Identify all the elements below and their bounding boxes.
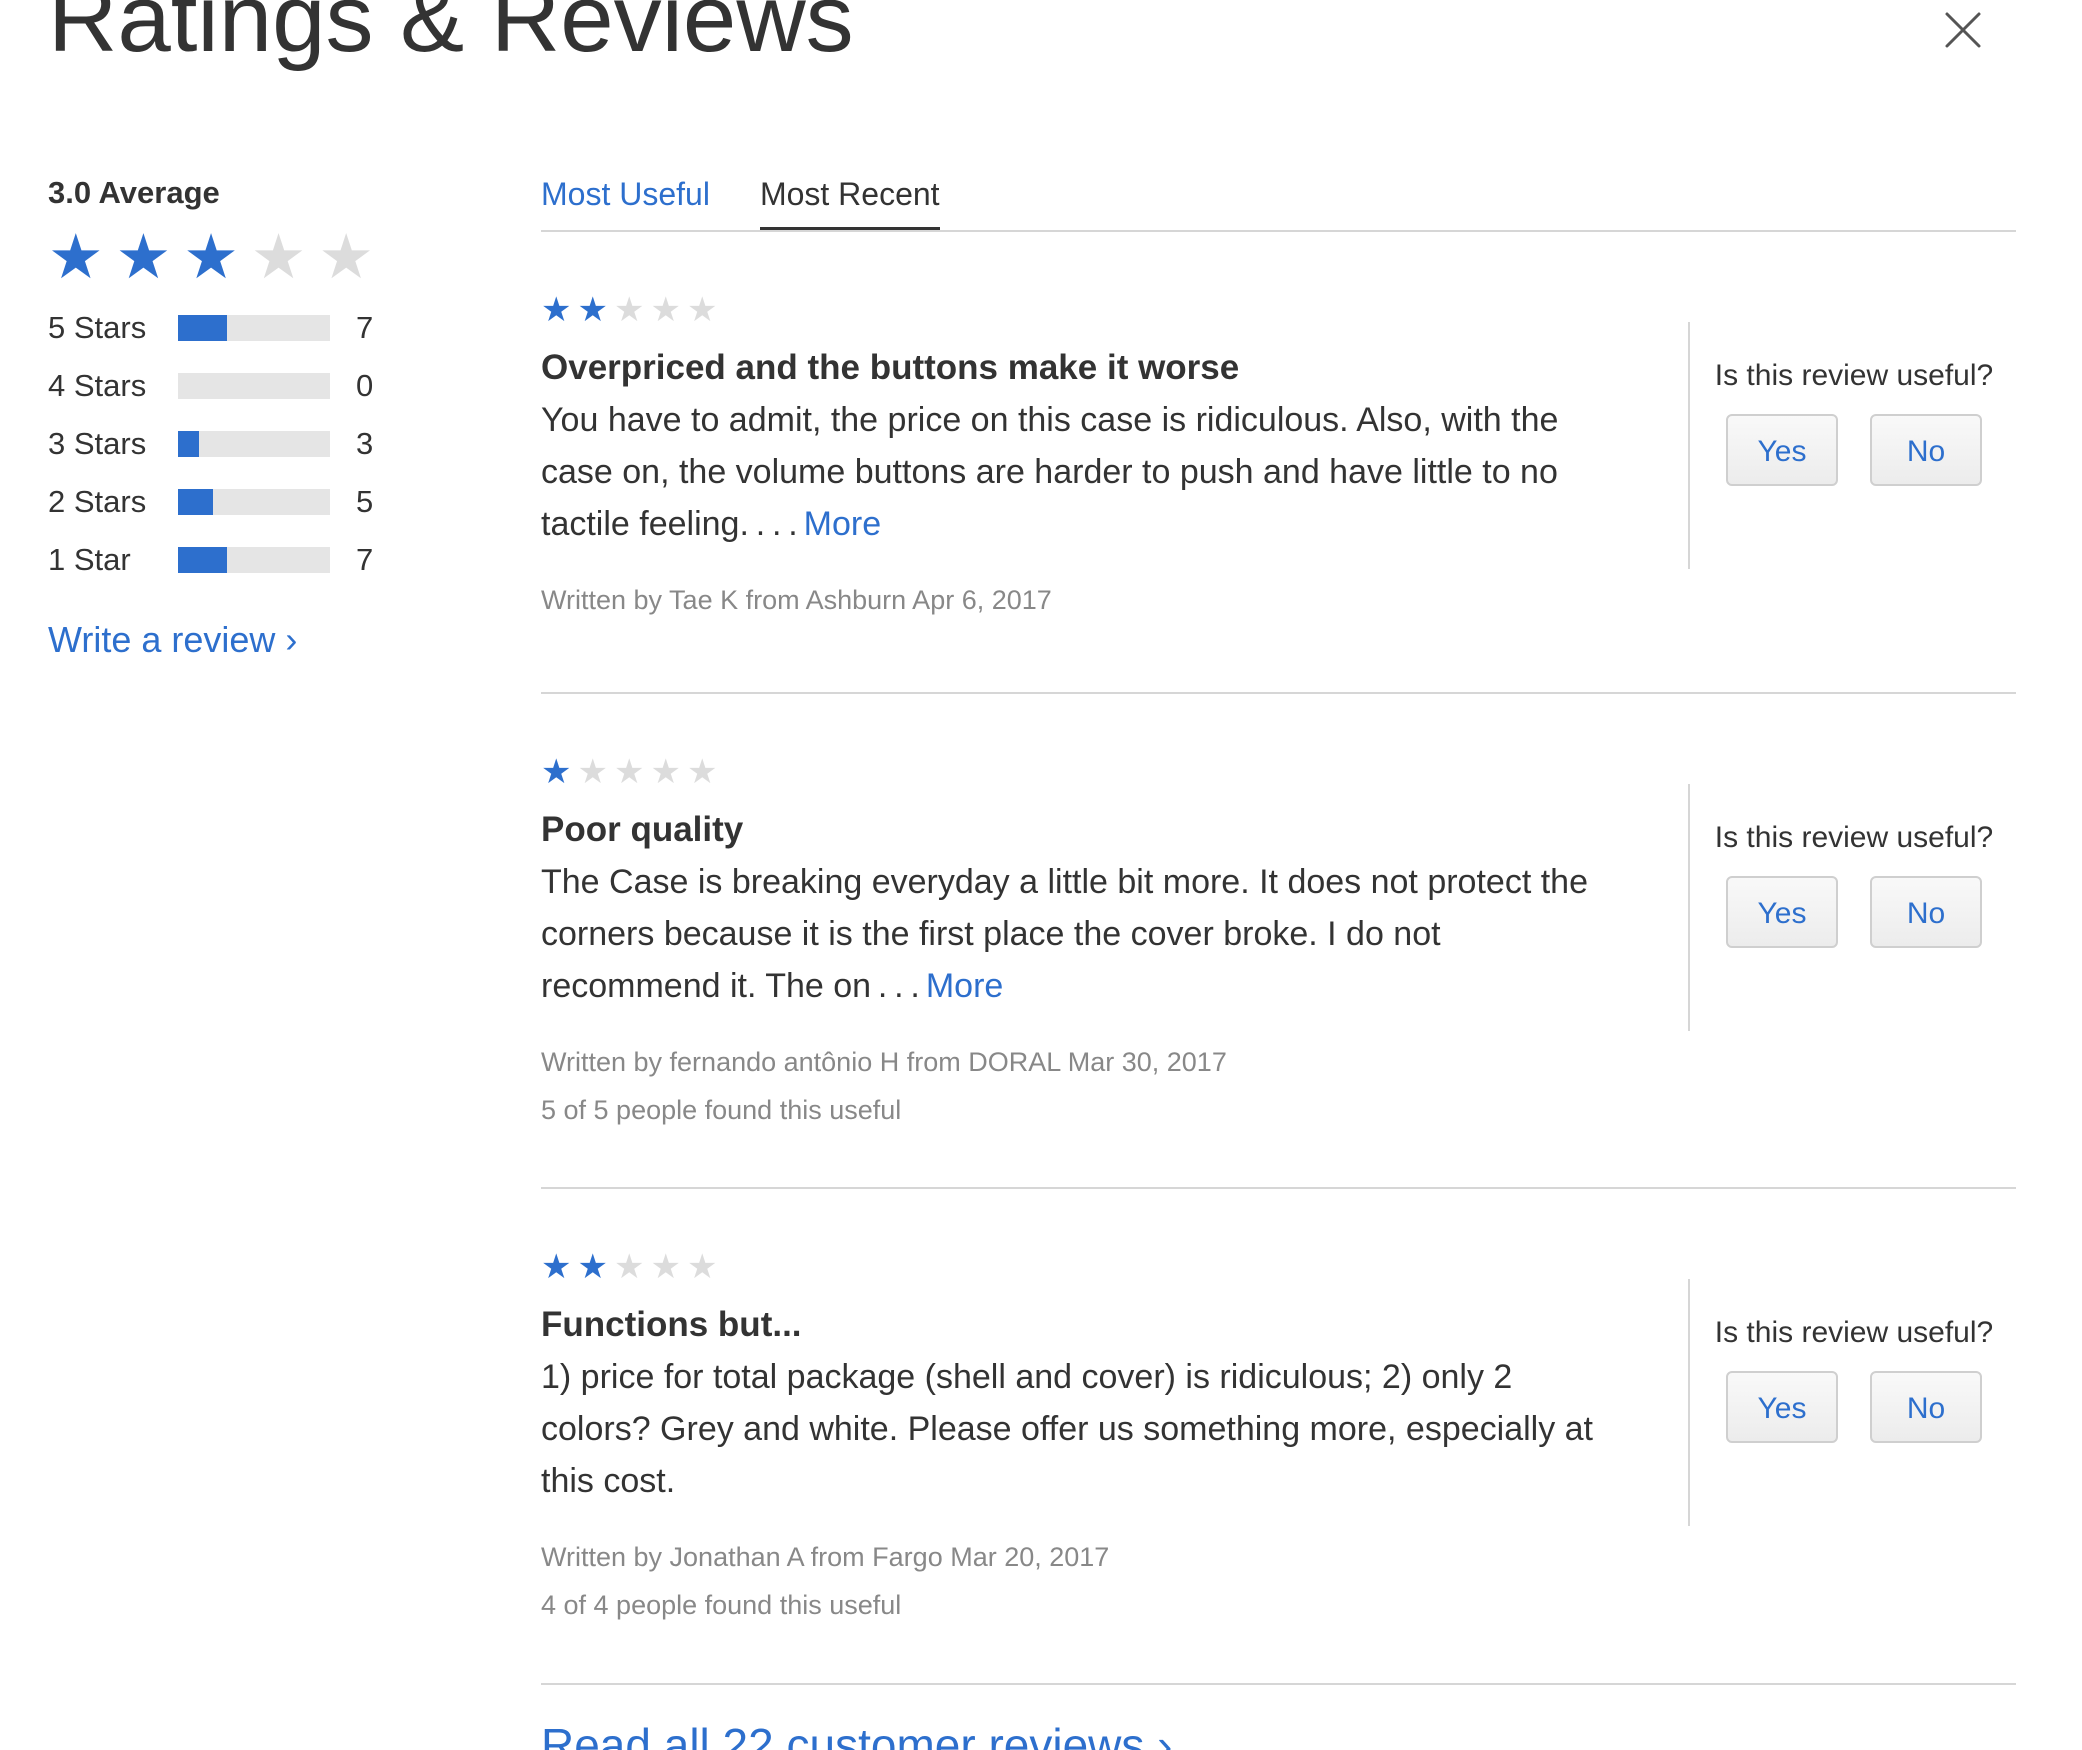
useful-vote-box: Is this review useful? Yes No <box>1688 322 2018 569</box>
histogram-count: 7 <box>356 542 374 577</box>
useful-question: Is this review useful? <box>1714 359 1994 392</box>
star-filled-icon: ★ <box>541 1248 572 1286</box>
star-empty-icon: ★ <box>613 1248 645 1286</box>
review-item: ★ ★ ★ ★ ★ Poor quality The Case is breaking … <box>541 694 2016 1189</box>
star-filled-icon: ★ <box>541 291 572 329</box>
ratings-reviews-page: Ratings & Reviews 3.0 Average ★ ★ ★ ★ ★ 5 St… <box>0 0 2082 1750</box>
star-filled-icon: ★ <box>183 223 239 292</box>
no-button[interactable]: No <box>1870 1371 1982 1443</box>
review-title: Functions but... <box>541 1305 802 1344</box>
average-stars: ★ ★ ★ ★ ★ <box>48 223 448 292</box>
close-icon[interactable] <box>1937 4 1989 56</box>
read-all-reviews-link[interactable]: Read all 22 customer reviews › <box>541 1718 1172 1750</box>
review-title: Overpriced and the buttons make it worse <box>541 348 1240 387</box>
write-review-link[interactable]: Write a review › <box>48 619 297 661</box>
histogram-label: 5 Stars <box>48 310 147 345</box>
rating-histogram: 5 Stars 7 4 Stars 0 3 Stars 3 2 Stars 5 1 Star 7 <box>48 299 448 589</box>
average-label: 3.0 Average <box>48 175 220 210</box>
useful-count: 4 of 4 people found this useful <box>541 1590 902 1620</box>
star-filled-icon: ★ <box>577 291 608 329</box>
star-empty-icon: ★ <box>613 291 645 329</box>
page-title: Ratings & Reviews <box>48 0 854 72</box>
tab-most-recent[interactable]: Most Recent <box>759 165 940 230</box>
more-link[interactable]: More <box>926 967 1003 1005</box>
review-author: Written by Jonathan A from Fargo Mar 20,… <box>541 1542 1110 1572</box>
review-author: Written by Tae K from Ashburn Apr 6, 201… <box>541 585 1052 615</box>
review-list: ★ ★ ★ ★ ★ Overpriced and the buttons make it… <box>541 232 2016 1685</box>
histogram-bar-fill <box>178 431 200 457</box>
histogram-bar-fill <box>178 315 227 341</box>
histogram-bar <box>178 489 330 515</box>
star-empty-icon: ★ <box>686 291 718 329</box>
review-author: Written by fernando antônio H from DORAL… <box>541 1047 1227 1077</box>
histogram-row: 3 Stars 3 <box>48 415 448 473</box>
review-body: 1) price for total package (shell and co… <box>541 1351 1621 1507</box>
review-item: ★ ★ ★ ★ ★ Overpriced and the buttons make it… <box>541 232 2016 694</box>
star-filled-icon: ★ <box>48 223 104 292</box>
histogram-label: 2 Stars <box>48 484 147 519</box>
useful-question: Is this review useful? <box>1714 821 1994 854</box>
review-stars: ★ ★ ★ ★ ★ <box>541 1249 1621 1285</box>
histogram-label: 3 Stars <box>48 426 147 461</box>
useful-vote-box: Is this review useful? Yes No <box>1688 784 2018 1031</box>
star-empty-icon: ★ <box>613 753 645 791</box>
review-sort-tabs: Most Useful Most Recent <box>541 165 2016 232</box>
star-empty-icon: ★ <box>650 291 681 329</box>
review-meta: Written by fernando antônio H from DORAL… <box>541 1038 1621 1134</box>
star-empty-icon: ★ <box>686 1248 718 1286</box>
histogram-bar <box>178 373 330 399</box>
histogram-count: 5 <box>356 484 374 519</box>
tab-most-useful[interactable]: Most Useful <box>541 165 710 230</box>
star-empty-icon: ★ <box>577 753 608 791</box>
star-filled-icon: ★ <box>541 753 572 791</box>
review-meta: Written by Tae K from Ashburn Apr 6, 201… <box>541 576 1621 624</box>
more-link[interactable]: More <box>804 505 881 543</box>
star-empty-icon: ★ <box>318 223 374 292</box>
no-button[interactable]: No <box>1870 876 1982 948</box>
review-body-text: The Case is breaking everyday a little b… <box>541 863 1588 1005</box>
histogram-bar-fill <box>178 547 227 573</box>
histogram-bar <box>178 315 330 341</box>
star-empty-icon: ★ <box>650 1248 681 1286</box>
histogram-row: 4 Stars 0 <box>48 357 448 415</box>
useful-count: 5 of 5 people found this useful <box>541 1095 902 1125</box>
histogram-bar-fill <box>178 489 213 515</box>
review-meta: Written by Jonathan A from Fargo Mar 20,… <box>541 1533 1621 1629</box>
star-empty-icon: ★ <box>686 753 718 791</box>
yes-button[interactable]: Yes <box>1726 1371 1838 1443</box>
review-stars: ★ ★ ★ ★ ★ <box>541 754 1621 790</box>
histogram-label: 4 Stars <box>48 368 147 403</box>
histogram-row: 1 Star 7 <box>48 531 448 589</box>
histogram-count: 0 <box>356 368 374 403</box>
review-body: The Case is breaking everyday a little b… <box>541 856 1621 1012</box>
yes-button[interactable]: Yes <box>1726 876 1838 948</box>
rating-summary: 3.0 Average ★ ★ ★ ★ ★ 5 Stars 7 4 Stars 0 3 Star… <box>48 175 448 661</box>
useful-vote-box: Is this review useful? Yes No <box>1688 1279 2018 1526</box>
histogram-label: 1 Star <box>48 542 131 577</box>
useful-question: Is this review useful? <box>1714 1316 1994 1349</box>
star-filled-icon: ★ <box>577 1248 608 1286</box>
review-title: Poor quality <box>541 810 744 849</box>
review-item: ★ ★ ★ ★ ★ Functions but... 1) price for tota… <box>541 1189 2016 1685</box>
review-stars: ★ ★ ★ ★ ★ <box>541 292 1621 328</box>
close-button[interactable] <box>1937 4 1989 56</box>
review-body: You have to admit, the price on this cas… <box>541 394 1621 550</box>
no-button[interactable]: No <box>1870 414 1982 486</box>
star-empty-icon: ★ <box>650 753 681 791</box>
star-empty-icon: ★ <box>250 223 307 292</box>
histogram-bar <box>178 547 330 573</box>
histogram-count: 3 <box>356 426 374 461</box>
yes-button[interactable]: Yes <box>1726 414 1838 486</box>
histogram-count: 7 <box>356 310 374 345</box>
histogram-row: 2 Stars 5 <box>48 473 448 531</box>
star-filled-icon: ★ <box>115 223 172 292</box>
review-body-text: 1) price for total package (shell and co… <box>541 1358 1594 1500</box>
histogram-row: 5 Stars 7 <box>48 299 448 357</box>
review-body-text: You have to admit, the price on this cas… <box>541 401 1559 543</box>
histogram-bar <box>178 431 330 457</box>
